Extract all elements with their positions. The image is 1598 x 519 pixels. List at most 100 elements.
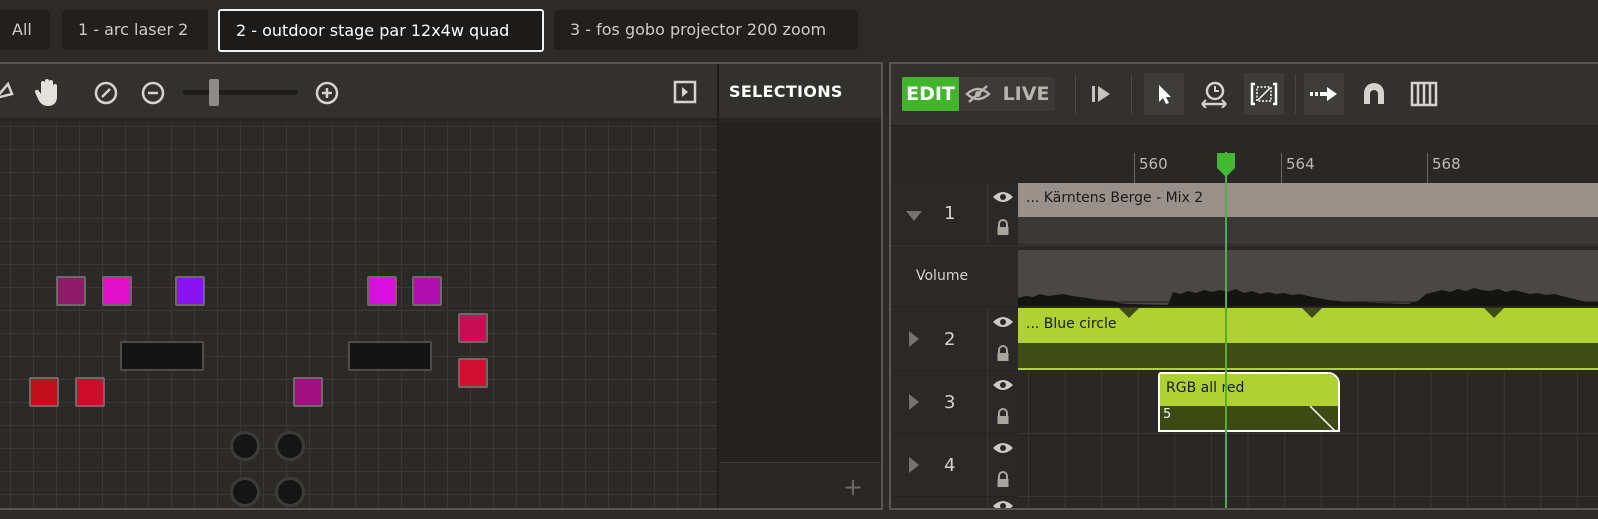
fixture-bar-2[interactable]	[348, 341, 432, 371]
fixture-par-2[interactable]	[102, 276, 132, 306]
cue-markers	[1119, 308, 1504, 318]
tab-all[interactable]: All	[0, 10, 50, 50]
volume-waveform[interactable]	[1018, 250, 1598, 306]
rgb-all-red-clip[interactable]: RGB all red 5	[1158, 372, 1340, 432]
track-lane-5[interactable]	[1018, 497, 1598, 508]
audio-clip-body[interactable]	[1018, 217, 1598, 244]
follow-playhead-icon[interactable]	[1304, 73, 1344, 115]
track-controls-4	[987, 434, 1017, 497]
fixture-par-10[interactable]	[293, 377, 323, 407]
fixture-par-7[interactable]	[458, 358, 488, 388]
selections-title: SELECTIONS	[729, 82, 843, 101]
playhead-handle[interactable]	[1216, 152, 1236, 178]
fixture-par-6[interactable]	[458, 313, 488, 343]
timeline-toolbar: EDIT LIVE	[891, 64, 1598, 126]
track-header-3[interactable]: 3	[891, 371, 986, 434]
track-controls-3	[987, 371, 1017, 434]
play-from-start-icon[interactable]	[1081, 73, 1121, 115]
zoom-slider-track[interactable]	[183, 90, 298, 95]
toolbar-separator	[1131, 74, 1132, 114]
track-header-5	[891, 497, 986, 508]
expand-arrow-icon[interactable]	[908, 330, 920, 352]
zoom-out-icon[interactable]	[140, 80, 166, 106]
tab-arc-laser-2[interactable]: 1 - arc laser 2	[62, 10, 208, 50]
hand-pan-icon[interactable]	[33, 76, 63, 108]
fixture-par-4[interactable]	[367, 276, 397, 306]
live-mode-button[interactable]: LIVE	[997, 77, 1055, 111]
zoom-in-icon[interactable]	[314, 80, 340, 106]
lock-icon[interactable]	[994, 407, 1012, 425]
playhead-line[interactable]	[1225, 152, 1227, 508]
visibility-eye-icon[interactable]	[991, 440, 1015, 456]
fixture-par-9[interactable]	[75, 377, 105, 407]
layout-toolbar	[0, 64, 717, 120]
track-header-2[interactable]: 2	[891, 308, 986, 371]
audio-clip-label: ... Kärntens Berge - Mix 2	[1026, 190, 1204, 206]
track-controls-5	[987, 497, 1017, 508]
ruler-tick	[1427, 153, 1428, 183]
lasso-icon[interactable]	[0, 78, 18, 106]
volume-lane-row: Volume	[891, 245, 1598, 307]
fixture-par-8[interactable]	[29, 377, 59, 407]
track-number: 2	[944, 329, 956, 350]
visibility-eye-icon[interactable]	[991, 189, 1015, 205]
expand-arrow-icon[interactable]	[908, 456, 920, 478]
clip-body	[1160, 406, 1338, 432]
track-controls-2	[987, 308, 1017, 371]
fixture-round-3[interactable]	[230, 477, 260, 507]
ruler-tick	[1281, 153, 1282, 183]
track-lane-4[interactable]	[1018, 434, 1598, 497]
toolbar-separator	[1295, 74, 1296, 114]
fade-out-handle[interactable]	[1308, 406, 1338, 432]
region-select-icon[interactable]	[1244, 73, 1284, 115]
collapse-arrow-icon[interactable]	[905, 207, 923, 226]
ruler-label-560: 560	[1139, 155, 1168, 173]
track-number: 4	[944, 455, 956, 476]
tab-fos-gobo-projector[interactable]: 3 - fos gobo projector 200 zoom	[554, 10, 858, 50]
lock-icon[interactable]	[994, 218, 1012, 236]
clip-value: 5	[1163, 407, 1172, 422]
hide-preview-icon[interactable]	[959, 77, 997, 111]
fixture-par-1[interactable]	[56, 276, 86, 306]
lock-icon[interactable]	[994, 344, 1012, 362]
clip-header: RGB all red	[1160, 374, 1338, 406]
toolbar-separator	[1075, 74, 1076, 114]
fixture-bar-1[interactable]	[120, 341, 204, 371]
ruler-label-564: 564	[1286, 155, 1315, 173]
snap-magnet-icon[interactable]	[1354, 73, 1394, 115]
app-root: All 1 - arc laser 2 2 - outdoor stage pa…	[0, 0, 1598, 519]
fixture-tabs: All 1 - arc laser 2 2 - outdoor stage pa…	[0, 0, 1598, 62]
fixture-round-2[interactable]	[275, 431, 305, 461]
pointer-tool-icon[interactable]	[1144, 73, 1184, 115]
group-clip-body[interactable]	[1018, 343, 1598, 370]
edit-mode-button[interactable]: EDIT	[902, 77, 959, 111]
timeline-panel: EDIT LIVE 560 564 568 1 ... Kärntens Ber…	[889, 62, 1598, 510]
visibility-eye-icon[interactable]	[991, 377, 1015, 393]
clip-label: RGB all red	[1166, 380, 1245, 396]
add-selection-button[interactable]: +	[843, 473, 863, 501]
fixture-par-3[interactable]	[175, 276, 205, 306]
expand-arrow-icon[interactable]	[908, 393, 920, 415]
grid-columns-icon[interactable]	[1404, 73, 1444, 115]
zoom-reset-icon[interactable]	[93, 80, 119, 106]
track-number: 1	[944, 203, 956, 224]
zoom-slider-handle[interactable]	[209, 79, 219, 106]
lock-icon[interactable]	[994, 470, 1012, 488]
track-number: 3	[944, 392, 956, 413]
fixture-grid[interactable]	[0, 122, 717, 508]
panel-toggle-icon[interactable]	[673, 80, 697, 104]
visibility-eye-icon[interactable]	[991, 314, 1015, 330]
audio-clip[interactable]: ... Kärntens Berge - Mix 2	[1018, 183, 1598, 217]
selections-list[interactable]	[719, 122, 881, 462]
tab-outdoor-stage-par[interactable]: 2 - outdoor stage par 12x4w quad	[218, 9, 544, 52]
time-shift-icon[interactable]	[1194, 73, 1234, 115]
visibility-eye-icon[interactable]	[991, 500, 1015, 508]
track-header-1[interactable]: 1	[891, 183, 986, 245]
time-ruler[interactable]	[891, 126, 1598, 183]
fixture-round-4[interactable]	[275, 477, 305, 507]
fixture-round-1[interactable]	[230, 431, 260, 461]
ruler-label-568: 568	[1432, 155, 1461, 173]
fixture-par-5[interactable]	[412, 276, 442, 306]
track-controls-1	[987, 183, 1017, 245]
track-header-4[interactable]: 4	[891, 434, 986, 497]
